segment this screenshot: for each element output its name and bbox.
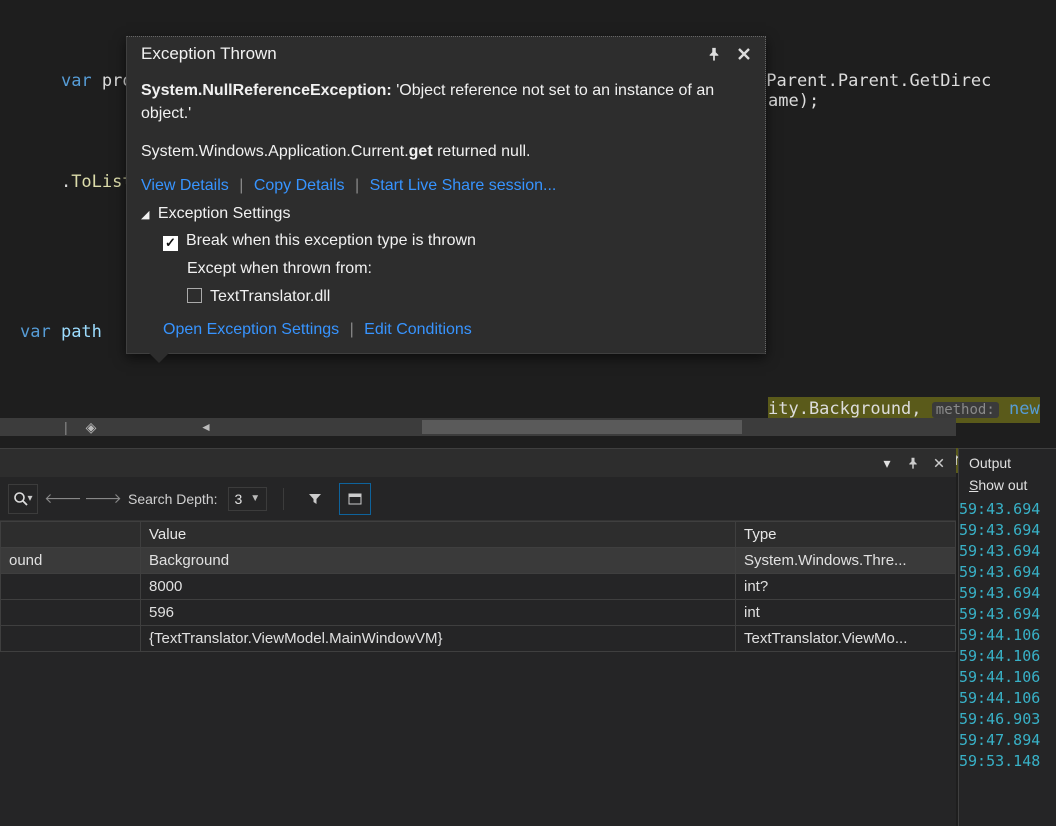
toggle-view-icon[interactable] [340, 484, 370, 514]
output-line: 59:44.106 [959, 667, 1056, 688]
pin-icon[interactable] [904, 454, 922, 472]
cell-type: System.Windows.Thre... [736, 548, 956, 574]
cell-name [1, 626, 141, 652]
output-line: 59:44.106 [959, 646, 1056, 667]
scrollbar-thumb[interactable] [422, 420, 742, 434]
locals-panel: ▾ ▾ 🡐 🡒 Search Depth: 3 ▼ [0, 448, 956, 826]
exception-popup: Exception Thrown System.NullReferenceExc… [126, 36, 766, 354]
cell-value: {TextTranslator.ViewModel.MainWindowVM} [141, 626, 736, 652]
output-line: 59:53.148 [959, 751, 1056, 772]
code-token: var [61, 71, 92, 91]
cell-name [1, 574, 141, 600]
checkbox-unchecked-icon[interactable] [187, 288, 202, 303]
filter-icon[interactable] [300, 484, 330, 514]
window-menu-icon[interactable]: ▾ [878, 454, 896, 472]
output-panel: Output Show out 59:43.694 59:43.694 59:4… [958, 448, 1056, 826]
code-token: path [51, 322, 112, 342]
pin-icon[interactable] [703, 43, 725, 65]
output-line: 59:43.694 [959, 604, 1056, 625]
code-token: . [20, 172, 71, 192]
except-module-label: TextTranslator.dll [210, 288, 330, 305]
nav-forward-button[interactable]: 🡒 [88, 484, 118, 514]
search-button[interactable]: ▾ [8, 484, 38, 514]
edit-conditions-link[interactable]: Edit Conditions [364, 321, 472, 338]
table-row[interactable]: 8000 int? [1, 574, 956, 600]
output-line: 59:43.694 [959, 541, 1056, 562]
output-line: 59:47.894 [959, 730, 1056, 751]
output-lines[interactable]: 59:43.694 59:43.694 59:43.694 59:43.694 … [959, 499, 1056, 772]
column-header-type[interactable]: Type [736, 522, 956, 548]
separator: | [355, 177, 359, 194]
column-header-value[interactable]: Value [141, 522, 736, 548]
panel-titlebar: ▾ [0, 449, 956, 477]
tag-icon[interactable]: ◈ [86, 419, 97, 436]
output-line: 59:43.694 [959, 520, 1056, 541]
separator: | [350, 321, 354, 338]
output-line: 59:46.903 [959, 709, 1056, 730]
exception-detail: System.Windows.Application.Current.get r… [141, 143, 751, 161]
code-token: var [20, 322, 51, 342]
divider: | [64, 419, 68, 435]
search-depth-label: Search Depth: [128, 491, 218, 507]
cell-type: TextTranslator.ViewMo... [736, 626, 956, 652]
panel-toolbar: ▾ 🡐 🡒 Search Depth: 3 ▼ [0, 477, 956, 521]
search-depth-value: 3 [235, 491, 243, 507]
expand-icon[interactable]: ◢ [141, 208, 149, 221]
output-line: 59:44.106 [959, 625, 1056, 646]
exception-settings-title: Exception Settings [158, 205, 291, 222]
copy-details-link[interactable]: Copy Details [254, 177, 345, 194]
cell-name: ound [1, 548, 141, 574]
search-depth-combo[interactable]: 3 ▼ [228, 487, 268, 511]
except-from-label: Except when thrown from: [187, 255, 751, 283]
editor-scrollbar[interactable]: | ◈ ◄ [0, 418, 956, 436]
output-title: Output [959, 449, 1056, 477]
output-line: 59:43.694 [959, 583, 1056, 604]
cell-type: int [736, 600, 956, 626]
except-module-row[interactable]: TextTranslator.dll [187, 283, 751, 311]
exception-popup-title: Exception Thrown [141, 44, 277, 64]
output-line: 59:43.694 [959, 562, 1056, 583]
popup-pointer-icon [149, 353, 169, 363]
output-line: 59:44.106 [959, 688, 1056, 709]
output-line: 59:43.694 [959, 499, 1056, 520]
output-show-label[interactable]: Show out [959, 477, 1056, 499]
exception-popup-header: Exception Thrown [127, 37, 765, 71]
code-token: ToList [71, 172, 132, 192]
table-row[interactable]: 596 int [1, 600, 956, 626]
divider [283, 488, 284, 510]
break-on-exception-row[interactable]: Break when this exception type is thrown [163, 227, 751, 255]
cell-value: 596 [141, 600, 736, 626]
checkbox-checked-icon[interactable] [163, 236, 178, 251]
separator: | [239, 177, 243, 194]
locals-grid[interactable]: Value Type ound Background System.Window… [0, 521, 956, 652]
nav-back-button[interactable]: 🡐 [48, 484, 78, 514]
cell-value: 8000 [141, 574, 736, 600]
cell-type: int? [736, 574, 956, 600]
close-icon[interactable] [733, 43, 755, 65]
close-icon[interactable] [930, 454, 948, 472]
table-row[interactable]: {TextTranslator.ViewModel.MainWindowVM} … [1, 626, 956, 652]
chevron-down-icon: ▼ [250, 493, 260, 504]
break-on-exception-label: Break when this exception type is thrown [186, 232, 476, 249]
view-details-link[interactable]: View Details [141, 177, 229, 194]
exception-message: System.NullReferenceException: 'Object r… [141, 79, 751, 125]
scroll-left-icon[interactable]: ◄ [200, 420, 212, 434]
table-row[interactable]: ound Background System.Windows.Thre... [1, 548, 956, 574]
live-share-link[interactable]: Start Live Share session... [370, 177, 557, 194]
cell-name [1, 600, 141, 626]
cell-value: Background [141, 548, 736, 574]
column-header-name[interactable] [1, 522, 141, 548]
open-exception-settings-link[interactable]: Open Exception Settings [163, 321, 339, 338]
